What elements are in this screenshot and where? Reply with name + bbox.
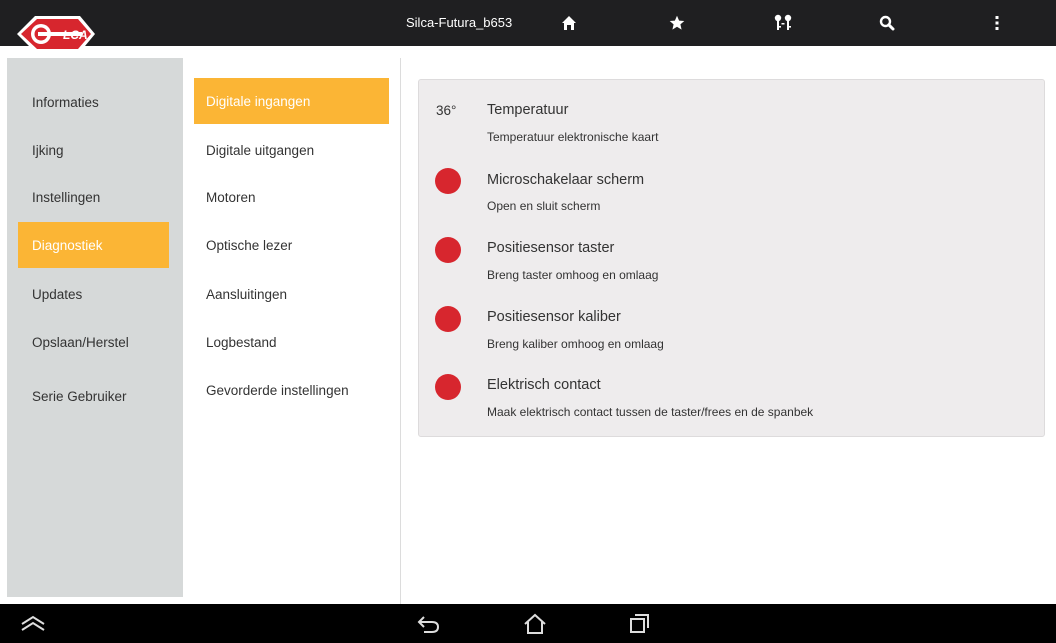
menu-item-label: Ijking (32, 142, 64, 158)
submenu-item-label: Logbestand (206, 334, 277, 350)
row-subtitle: Breng taster omhoog en omlaag (487, 268, 659, 282)
status-indicator-red (435, 374, 461, 400)
row-title: Positiesensor kaliber (487, 309, 621, 325)
submenu-item-digitale-ingangen[interactable]: Digitale ingangen (194, 78, 389, 124)
submenu-item-label: Motoren (206, 189, 256, 205)
svg-text:LCA: LCA (63, 28, 88, 42)
menu-item-label: Instellingen (32, 189, 101, 205)
status-indicator-red (435, 306, 461, 332)
submenu-item-label: Digitale uitgangen (206, 142, 315, 158)
menu-item-updates[interactable]: Updates (18, 271, 169, 317)
search-icon[interactable] (876, 12, 898, 34)
system-navigation-bar (0, 604, 1056, 643)
row-title: Positiesensor taster (487, 240, 615, 256)
diagnostics-submenu: Digitale ingangen Digitale uitgangen Mot… (183, 58, 401, 604)
digital-inputs-panel: 36° Temperatuur Temperatuur elektronisch… (418, 79, 1045, 437)
submenu-item-logbestand[interactable]: Logbestand (194, 319, 389, 365)
temperature-value: 36° (436, 103, 457, 118)
row-subtitle: Temperatuur elektronische kaart (487, 130, 659, 144)
menu-item-label: Diagnostiek (32, 237, 103, 253)
menu-item-diagnostiek[interactable]: Diagnostiek (18, 222, 169, 268)
back-icon[interactable] (414, 610, 444, 638)
submenu-item-label: Gevorderde instellingen (206, 382, 349, 398)
recent-apps-icon[interactable] (624, 610, 654, 638)
submenu-item-aansluitingen[interactable]: Aansluitingen (194, 271, 389, 317)
menu-item-opslaan-herstel[interactable]: Opslaan/Herstel (18, 319, 169, 365)
home-outline-icon[interactable] (520, 610, 550, 638)
top-app-bar: Silca-Futura_b653 (0, 0, 1056, 46)
submenu-item-digitale-uitgangen[interactable]: Digitale uitgangen (194, 127, 389, 173)
keys-icon[interactable] (772, 12, 794, 34)
row-title: Temperatuur (487, 102, 569, 118)
submenu-item-label: Optische lezer (206, 237, 293, 253)
submenu-item-label: Digitale ingangen (206, 93, 311, 109)
menu-item-label: Serie Gebruiker (32, 388, 127, 404)
menu-item-label: Updates (32, 286, 83, 302)
row-title: Elektrisch contact (487, 377, 601, 393)
status-indicator-red (435, 168, 461, 194)
collapse-icon[interactable] (18, 610, 48, 638)
menu-item-serie-gebruiker[interactable]: Serie Gebruiker (18, 373, 169, 419)
menu-item-ijking[interactable]: Ijking (18, 127, 169, 173)
main-menu: Informaties Ijking Instellingen Diagnost… (7, 58, 183, 597)
more-vert-icon[interactable] (986, 12, 1008, 34)
row-subtitle: Open en sluit scherm (487, 199, 601, 213)
status-indicator-red (435, 237, 461, 263)
row-subtitle: Breng kaliber omhoog en omlaag (487, 337, 664, 351)
app-title: Silca-Futura_b653 (406, 15, 513, 30)
submenu-item-label: Aansluitingen (206, 286, 288, 302)
menu-item-label: Informaties (32, 94, 99, 110)
submenu-item-gevorderde-instellingen[interactable]: Gevorderde instellingen (194, 367, 389, 413)
silca-logo: LCA (14, 10, 98, 58)
home-icon[interactable] (558, 12, 580, 34)
star-icon[interactable] (666, 12, 688, 34)
row-title: Microschakelaar scherm (487, 172, 645, 188)
menu-item-label: Opslaan/Herstel (32, 334, 129, 350)
row-subtitle: Maak elektrisch contact tussen de taster… (487, 405, 814, 419)
submenu-item-motoren[interactable]: Motoren (194, 174, 389, 220)
submenu-item-optische-lezer[interactable]: Optische lezer (194, 222, 389, 268)
menu-item-instellingen[interactable]: Instellingen (18, 174, 169, 220)
menu-item-informaties[interactable]: Informaties (18, 79, 169, 125)
